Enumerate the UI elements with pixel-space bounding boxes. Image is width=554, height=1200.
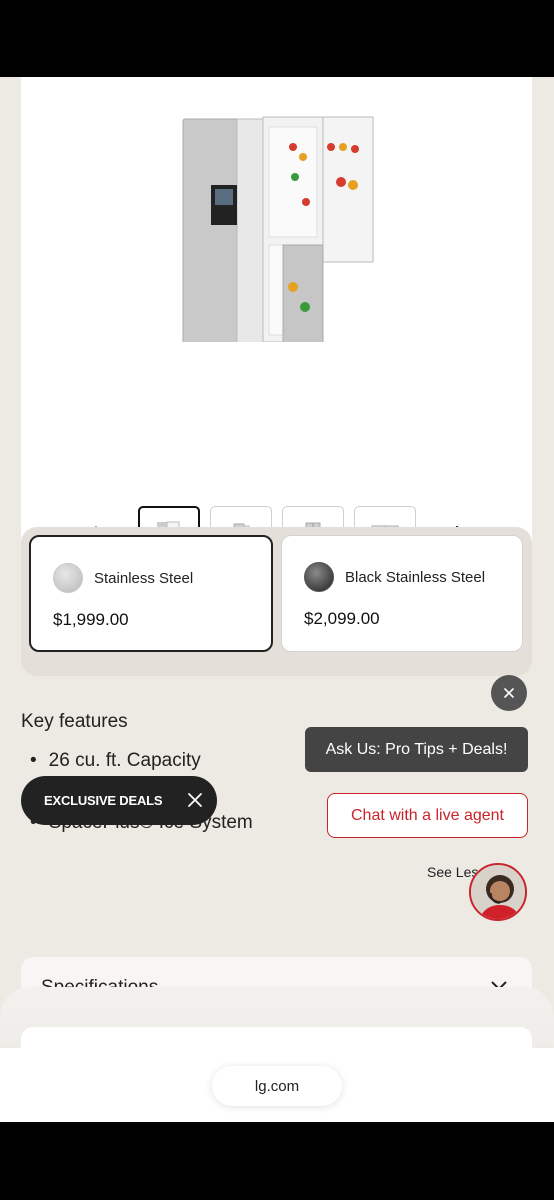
ask-us-button[interactable]: Ask Us: Pro Tips + Deals! [305, 727, 528, 772]
color-swatch [304, 562, 334, 592]
close-chat-button[interactable] [491, 675, 527, 711]
option-name: Stainless Steel [94, 570, 194, 587]
exclusive-deals-button[interactable]: EXCLUSIVE DEALS [21, 776, 217, 825]
option-price: $1,999.00 [53, 610, 129, 629]
chat-live-agent-button[interactable]: Chat with a live agent [327, 793, 528, 838]
chat-agent-avatar[interactable] [469, 863, 527, 921]
browser-bottom-bar: lg.com [0, 1048, 554, 1122]
option-black-stainless-steel[interactable]: Black Stainless Steel $2,099.00 [281, 535, 523, 652]
product-image[interactable] [181, 97, 381, 342]
option-name: Black Stainless Steel [345, 569, 486, 586]
option-stainless-steel[interactable]: Stainless Steel $1,999.00 [29, 535, 273, 652]
url-address-pill[interactable]: lg.com [212, 1066, 342, 1106]
option-price: $2,099.00 [304, 609, 380, 628]
close-icon [504, 688, 514, 698]
product-image-card [21, 77, 532, 577]
screen: Stainless Steel $1,999.00 Black Stainles… [0, 77, 554, 1122]
close-icon[interactable] [187, 792, 203, 808]
color-options: Stainless Steel $1,999.00 Black Stainles… [21, 527, 532, 676]
see-less-link[interactable]: See Les [427, 864, 478, 880]
key-features-title: Key features [21, 711, 128, 732]
agent-avatar-icon [471, 865, 525, 919]
color-swatch [53, 563, 83, 593]
exclusive-deals-label: EXCLUSIVE DEALS [44, 793, 163, 808]
